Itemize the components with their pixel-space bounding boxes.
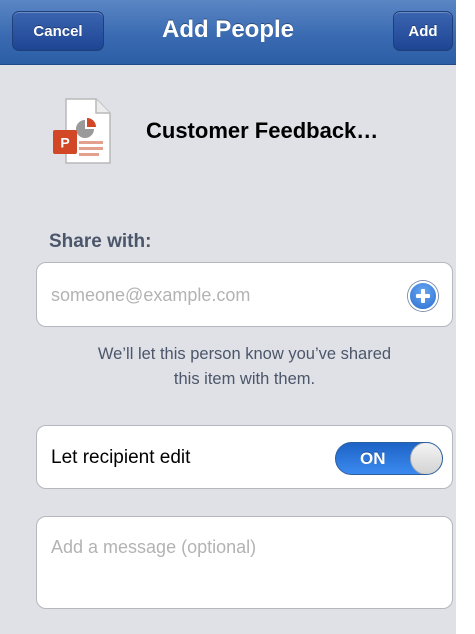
email-field[interactable]: someone@example.com bbox=[36, 262, 453, 327]
powerpoint-file-icon: P bbox=[53, 98, 111, 164]
message-field[interactable]: Add a message (optional) bbox=[36, 516, 453, 609]
share-with-label: Share with: bbox=[49, 231, 152, 252]
toggle-knob[interactable] bbox=[410, 443, 442, 474]
message-placeholder: Add a message (optional) bbox=[51, 537, 257, 557]
toggle-on-text: ON bbox=[360, 449, 386, 468]
file-type-letter: P bbox=[60, 135, 69, 151]
edit-toggle[interactable]: ON bbox=[335, 442, 443, 475]
document-title: Customer Feedback… bbox=[146, 118, 379, 143]
add-button[interactable]: Add bbox=[393, 11, 453, 51]
let-recipient-edit-row: Let recipient edit ON bbox=[36, 425, 453, 489]
page-title: Add People bbox=[161, 16, 294, 43]
plus-circle-icon[interactable] bbox=[408, 281, 438, 311]
email-placeholder: someone@example.com bbox=[51, 285, 251, 305]
let-recipient-edit-label: Let recipient edit bbox=[51, 447, 191, 468]
share-hint-text: We’ll let this person know you’ve shared… bbox=[97, 345, 392, 388]
navigation-bar: Cancel Add People Add bbox=[0, 0, 456, 65]
add-people-screen: Cancel Add People Add P Customer Feedbac… bbox=[0, 0, 456, 634]
